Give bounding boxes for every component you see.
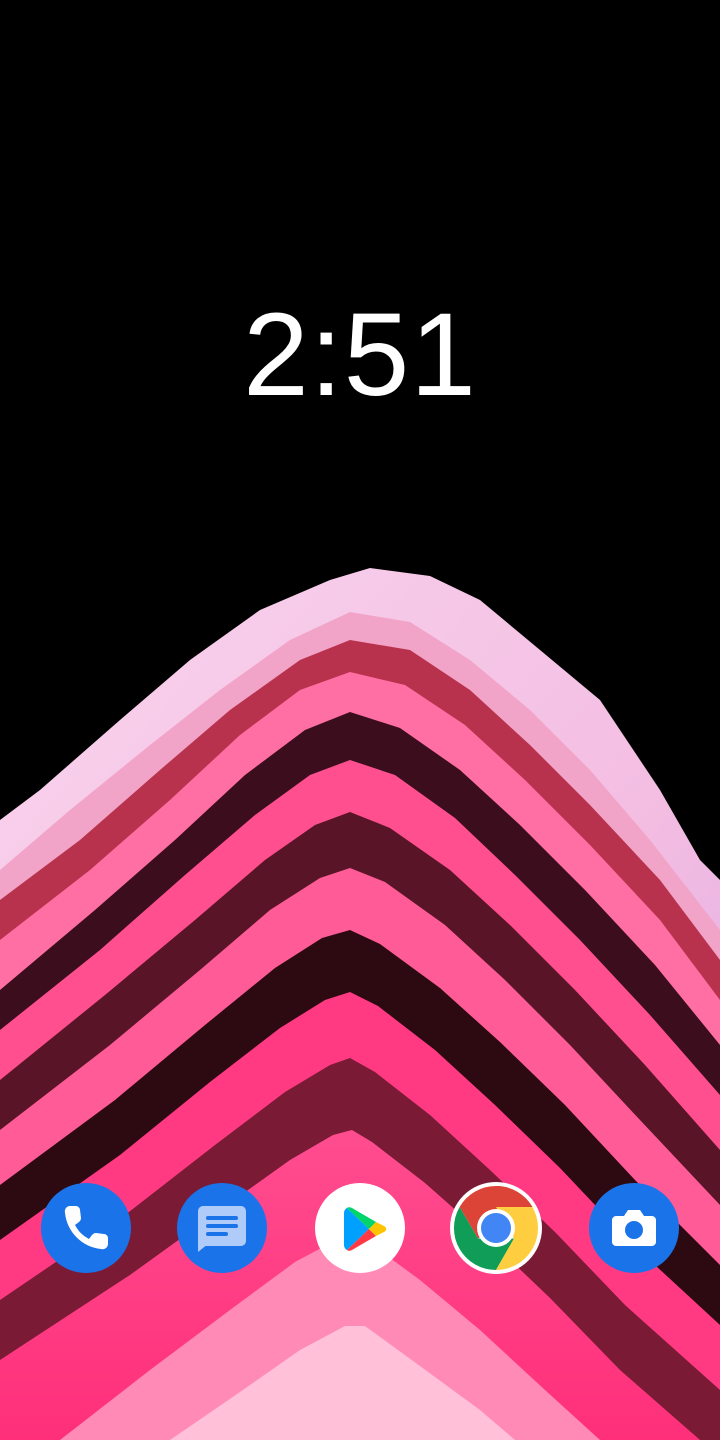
phone-icon [41,1183,131,1273]
chrome-app-label: Chrome [450,1274,451,1275]
lockscreen-clock: 2:51 [243,289,477,421]
phone-app-label: Phone [40,1274,41,1275]
play-store-app-label: Play Store [314,1274,315,1275]
messages-app-label: Messages [176,1274,177,1275]
camera-app-button[interactable]: Camera [588,1182,680,1274]
messages-app-button[interactable]: Messages [176,1182,268,1274]
phone-app-button[interactable]: Phone [40,1182,132,1274]
app-dock: Phone Messages Play Store [0,1182,720,1278]
camera-app-label: Camera [588,1274,589,1275]
home-screen: 2:51 Phone Messages [0,0,720,1440]
play-store-icon [315,1183,405,1273]
chrome-icon [450,1182,542,1274]
chrome-app-button[interactable]: Chrome [450,1182,542,1274]
camera-icon [589,1183,679,1273]
messages-icon [177,1183,267,1273]
play-store-app-button[interactable]: Play Store [314,1182,406,1274]
